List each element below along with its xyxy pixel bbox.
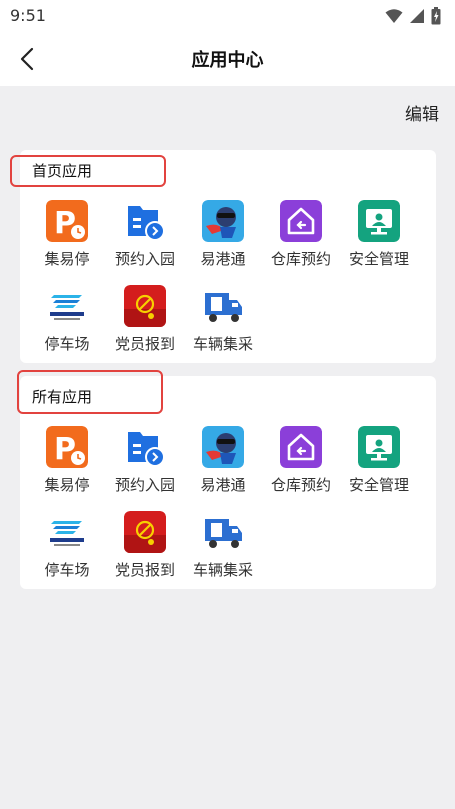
mascot-icon — [202, 426, 244, 468]
app-label: 车辆集采 — [192, 335, 253, 353]
reservation-entry-icon — [124, 426, 166, 468]
party-emblem-icon — [124, 511, 166, 553]
edit-button[interactable]: 编辑 — [405, 100, 439, 125]
app-item[interactable]: P 集易停 — [28, 200, 106, 269]
app-grid: P 集易停 预约入园 易港通 仓库预约 安全管理停车场 党员报到 车辆集采 — [28, 200, 418, 354]
section-title: 所有应用 — [32, 388, 93, 406]
app-item[interactable]: 党员报到 — [106, 285, 184, 354]
app-item[interactable]: 停车场 — [28, 285, 106, 354]
mascot-icon — [202, 200, 244, 242]
app-item[interactable]: 安全管理 — [340, 200, 418, 269]
app-item[interactable]: 党员报到 — [106, 511, 184, 580]
app-item[interactable]: 仓库预约 — [262, 200, 340, 269]
app-label: 易港通 — [200, 476, 246, 494]
safety-monitor-icon — [358, 200, 400, 242]
app-label: 停车场 — [44, 335, 90, 353]
app-label: 仓库预约 — [270, 476, 331, 494]
truck-icon — [202, 285, 244, 327]
app-label: 预约入园 — [114, 476, 175, 494]
port-logo-icon — [46, 511, 88, 553]
app-item[interactable]: 易港通 — [184, 200, 262, 269]
page-title: 应用中心 — [191, 50, 264, 71]
app-item[interactable]: 停车场 — [28, 511, 106, 580]
app-label: 预约入园 — [114, 250, 175, 268]
app-label: 仓库预约 — [270, 250, 331, 268]
warehouse-icon — [280, 426, 322, 468]
app-label: 集易停 — [44, 250, 90, 268]
warehouse-icon — [280, 200, 322, 242]
safety-monitor-icon — [358, 426, 400, 468]
reservation-entry-icon — [124, 200, 166, 242]
status-bar: 9:51 — [0, 0, 455, 32]
app-label: 党员报到 — [114, 335, 175, 353]
signal-icon — [410, 9, 424, 23]
battery-icon — [431, 7, 441, 25]
app-item[interactable]: 预约入园 — [106, 200, 184, 269]
app-item[interactable]: 仓库预约 — [262, 426, 340, 495]
app-item[interactable]: 车辆集采 — [184, 511, 262, 580]
app-label: 易港通 — [200, 250, 246, 268]
truck-icon — [202, 511, 244, 553]
status-time: 9:51 — [10, 6, 46, 25]
app-label: 停车场 — [44, 561, 90, 579]
parking-p-icon: P — [46, 200, 88, 242]
app-label: 安全管理 — [348, 476, 409, 494]
app-item[interactable]: P 集易停 — [28, 426, 106, 495]
parking-p-icon: P — [46, 426, 88, 468]
section-title: 首页应用 — [32, 162, 93, 180]
status-icons — [385, 7, 441, 25]
app-label: 集易停 — [44, 476, 90, 494]
title-bar: 应用中心 — [0, 32, 455, 86]
app-item[interactable]: 安全管理 — [340, 426, 418, 495]
app-label: 车辆集采 — [192, 561, 253, 579]
wifi-icon — [385, 9, 403, 23]
app-label: 党员报到 — [114, 561, 175, 579]
party-emblem-icon — [124, 285, 166, 327]
app-item[interactable]: 易港通 — [184, 426, 262, 495]
all-apps-card: 所有应用 P 集易停 预约入园 易港通 仓库预约 安全管理停车场 党员报到 车辆集采 — [17, 370, 436, 589]
app-item[interactable]: 预约入园 — [106, 426, 184, 495]
app-label: 安全管理 — [348, 250, 409, 268]
app-item[interactable]: 车辆集采 — [184, 285, 262, 354]
port-logo-icon — [46, 285, 88, 327]
home-apps-card: 首页应用 P 集易停 预约入园 易港通 仓库预约 安全管理停车场 党员报到 车辆集采 — [10, 150, 436, 363]
app-grid: P 集易停 预约入园 易港通 仓库预约 安全管理停车场 党员报到 车辆集采 — [28, 426, 418, 580]
